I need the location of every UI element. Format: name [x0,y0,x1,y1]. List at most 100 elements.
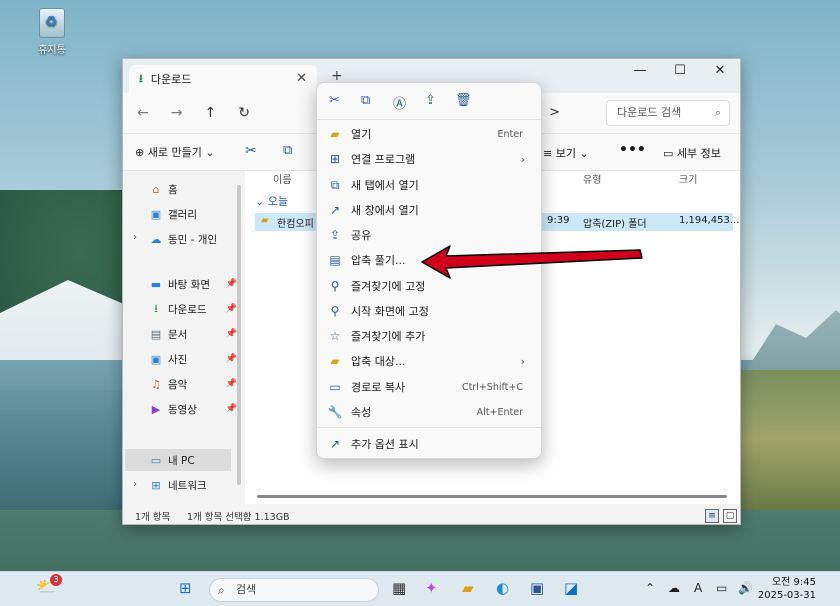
file-type: 압축(ZIP) 폴더 [583,219,647,230]
menu-item-pin-start[interactable]: ⚲ 시작 화면에 고정 [327,300,533,322]
cut-icon[interactable]: ✂ [329,93,340,108]
expand-chevron-icon[interactable]: › [133,479,137,490]
minimize-button[interactable]: — [620,59,660,83]
sidebar-item-videos[interactable]: ▶ 동영상 📌 [149,398,239,420]
details-label: 세부 정보 [676,147,721,160]
file-explorer-icon[interactable]: ▰ [462,579,474,597]
close-button[interactable]: ✕ [700,59,740,83]
column-header-name[interactable]: 이름 [273,171,291,186]
back-button[interactable]: ← [137,105,149,121]
annotation-arrow-icon [421,245,643,279]
sidebar-item-label: 사진 [168,353,188,366]
new-button[interactable]: ⊕ 새로 만들기 ⌄ [135,144,215,160]
menu-item-label: 압축 대상... [351,355,406,368]
up-button[interactable]: ↑ [204,105,216,121]
more-options-button[interactable]: ••• [619,142,646,158]
share-icon: ⇪ [329,228,341,242]
copy-icon[interactable]: ⧉ [361,93,370,108]
horizontal-scrollbar[interactable] [257,495,727,498]
recycle-bin-label: 휴지통 [38,45,66,56]
share-icon[interactable]: ⇪ [425,93,436,108]
sidebar-scrollbar[interactable] [237,185,241,485]
sidebar-item-documents[interactable]: ▤ 문서 📌 [149,323,239,345]
menu-item-open-with[interactable]: ⊞ 연결 프로그램 › [327,148,533,170]
tiles-view-icon[interactable]: ▢ [723,509,737,523]
menu-item-open-new-window[interactable]: ↗ 새 창에서 열기 [327,199,533,221]
menu-item-open[interactable]: ▰ 열기 Enter [327,123,533,145]
menu-separator [317,427,541,428]
network-icon: ⊞ [151,478,161,492]
view-label: 보기 [555,147,576,160]
store-icon[interactable]: ▣ [530,579,544,597]
file-date: 9:39 [547,215,570,226]
cloud-icon[interactable]: ☁ [668,581,680,595]
sidebar-item-onedrive[interactable]: ☁ 동민 - 개인 [149,228,239,250]
breadcrumb-chevron-icon[interactable]: > [549,105,560,120]
sidebar-item-gallery[interactable]: ▣ 갤러리 [149,203,239,225]
forward-button[interactable]: → [171,105,183,121]
sidebar-item-network[interactable]: ⊞ 네트워크 [149,474,239,496]
sidebar-item-home[interactable]: ⌂ 홈 [149,178,239,200]
sidebar-item-pictures[interactable]: ▣ 사진 📌 [149,348,239,370]
start-icon[interactable]: ⊞ [179,579,192,597]
navigation-pane: ⌂ 홈 ▣ 갤러리 › ☁ 동민 - 개인 ▬ 바탕 화면 📌 ⭳ 다운로드 📌… [123,171,243,504]
maximize-button[interactable]: ☐ [660,59,700,83]
expand-chevron-icon[interactable]: › [133,232,137,243]
sidebar-item-label: 음악 [168,378,188,391]
details-pane-button[interactable]: ▭ 세부 정보 [663,145,721,161]
recycle-bin[interactable]: 휴지통 [30,8,74,56]
details-view-icon[interactable]: ≡ [705,509,719,523]
menu-item-label: 공유 [351,229,372,242]
download-icon: ⭳ [154,301,158,315]
clock[interactable]: 오전 9:45 2025-03-31 [758,576,816,602]
pin-icon: 📌 [225,404,237,414]
view-button[interactable]: ≡ 보기 ⌄ [543,145,589,161]
taskbar-search-input[interactable]: ⌕ 검색 [209,578,379,602]
group-header-today[interactable]: ⌄ 오늘 [255,193,288,209]
menu-item-open-new-tab[interactable]: ⧉ 새 탭에서 열기 [327,174,533,196]
volume-icon[interactable]: 🔊 [738,581,753,595]
menu-item-more-options[interactable]: ↗ 추가 옵션 표시 [327,433,533,455]
chevron-down-icon: ⌄ [575,147,589,160]
sidebar-item-this-pc[interactable]: ▭ 내 PC [125,449,231,471]
rename-icon[interactable]: Ⓐ [393,93,406,112]
group-label: 오늘 [267,195,288,208]
home-icon: ⌂ [152,182,160,196]
delete-icon[interactable]: 🗑 [455,93,472,108]
column-header-type[interactable]: 유형 [583,171,601,186]
menu-item-compress-to[interactable]: ▰ 압축 대상... › [327,350,533,372]
sidebar-item-label: 홈 [168,183,178,196]
compress-icon: ▰ [330,354,340,368]
column-header-size[interactable]: 크기 [679,171,697,186]
menu-item-add-favorites[interactable]: ☆ 즐겨찾기에 추가 [327,325,533,347]
copy-icon[interactable]: ⧉ [283,143,292,158]
sidebar-item-desktop[interactable]: ▬ 바탕 화면 📌 [149,273,239,295]
submenu-chevron-icon: › [520,354,525,368]
menu-item-label: 새 탭에서 열기 [351,179,419,192]
menu-item-copy-path[interactable]: ▭ 경로로 복사 Ctrl+Shift+C [327,376,533,398]
wallpaper-field [740,370,840,510]
weather-widget[interactable]: ⛅ 3 [36,574,62,599]
tab-downloads[interactable]: ⭳ 다운로드 ✕ [129,65,317,93]
copilot-icon[interactable]: ✦ [425,579,438,597]
edge-icon[interactable]: ◐ [496,579,509,597]
chevron-up-icon[interactable]: ⌃ [645,581,655,595]
onedrive-icon: ☁ [150,232,162,246]
menu-item-properties[interactable]: 🔧 속성 Alt+Enter [327,401,533,423]
menu-item-label: 압축 풀기... [351,254,406,267]
taskbar: ⛅ 3 ⊞ ⌕ 검색 ▦ ✦ ▰ ◐ ▣ ◪ ⌃ ☁ A ▭ 🔊 오전 9:45… [0,571,840,606]
search-input[interactable]: 다운로드 검색 ⌕ [606,100,730,126]
ime-indicator[interactable]: A [694,581,702,595]
menu-item-label: 즐겨찾기에 추가 [351,330,426,343]
star-icon: ☆ [329,329,341,343]
network-icon[interactable]: ▭ [716,581,727,595]
refresh-button[interactable]: ↻ [238,105,250,121]
cut-icon[interactable]: ✂ [245,143,257,159]
sidebar-item-downloads[interactable]: ⭳ 다운로드 📌 [149,298,239,320]
sidebar-item-music[interactable]: ♫ 음악 📌 [149,373,239,395]
outlook-icon[interactable]: ◪ [564,579,578,597]
task-view-icon[interactable]: ▦ [392,579,406,597]
menu-item-label: 시작 화면에 고정 [351,305,429,318]
copy-path-icon: ▭ [329,380,341,394]
tab-close-icon[interactable]: ✕ [296,71,307,86]
